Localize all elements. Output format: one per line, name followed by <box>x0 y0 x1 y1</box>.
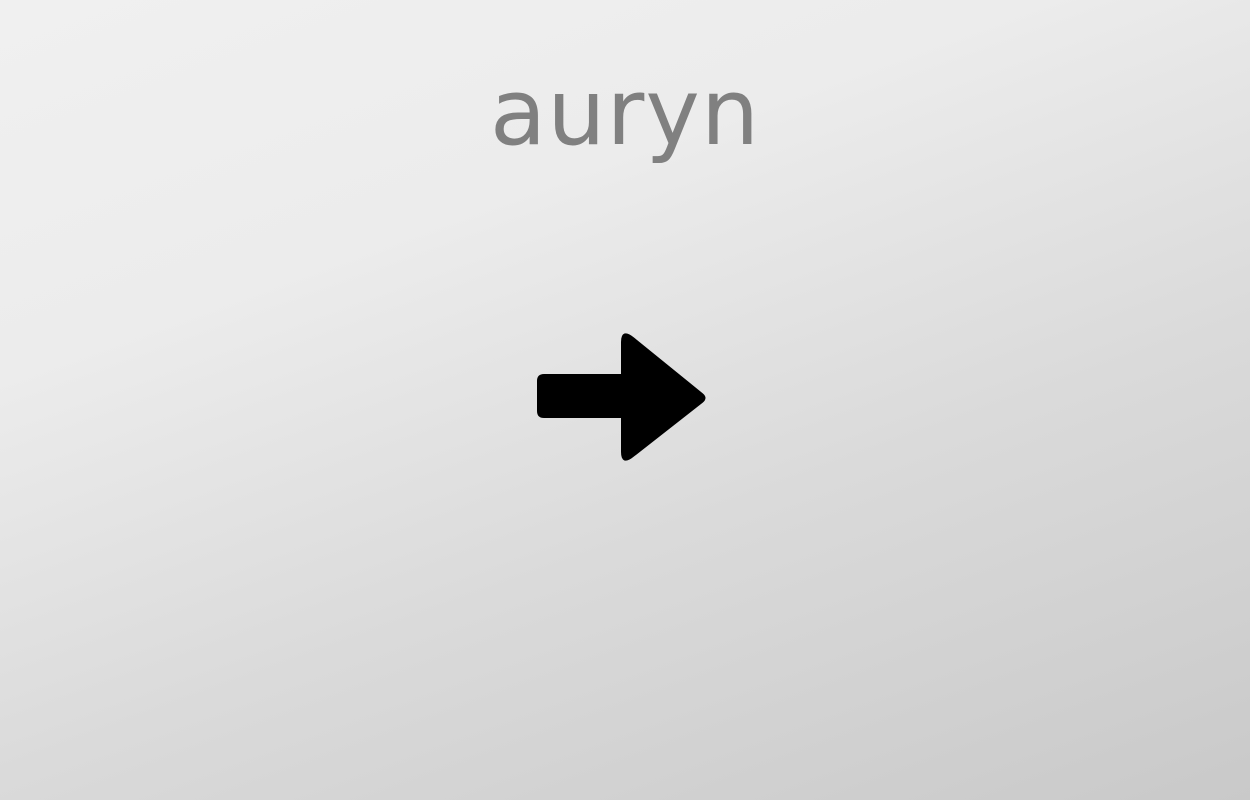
next-button[interactable] <box>530 326 714 468</box>
arrow-right-icon <box>537 333 706 461</box>
app-title: auryn <box>489 59 761 166</box>
login-screen: auryn <box>0 0 1250 800</box>
